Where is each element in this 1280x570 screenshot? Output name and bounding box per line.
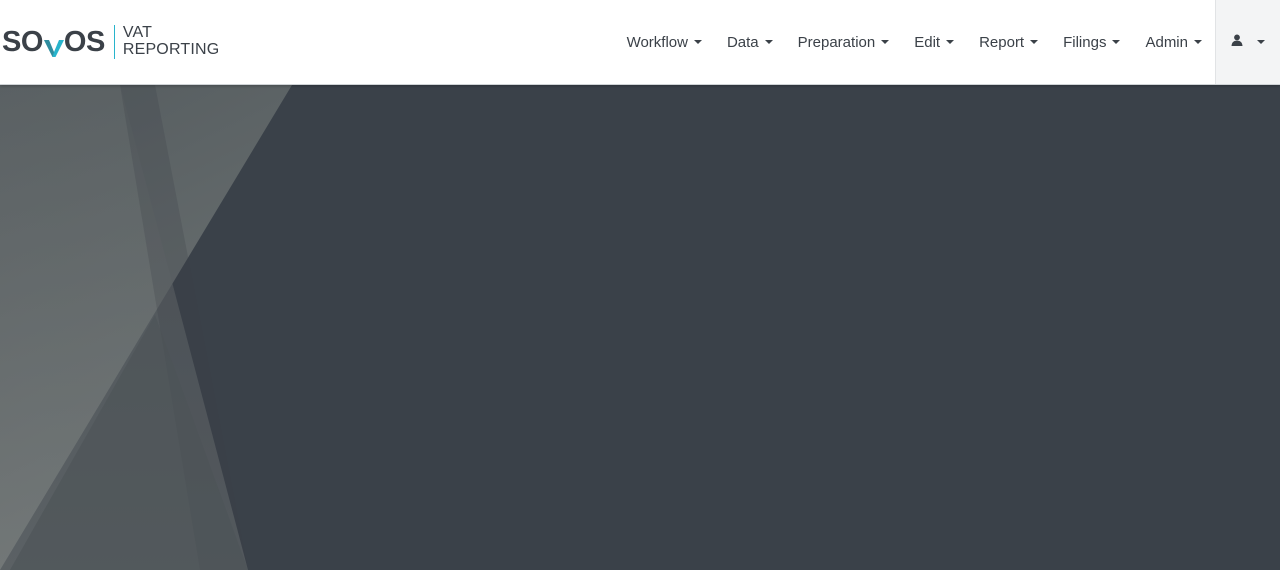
caret-down-icon bbox=[693, 40, 702, 44]
menu-edit[interactable]: Edit bbox=[901, 0, 966, 84]
hero-decorative-shapes bbox=[0, 85, 292, 570]
menu-report[interactable]: Report bbox=[966, 0, 1050, 84]
logo-v-icon bbox=[43, 33, 64, 57]
menu-workflow-label: Workflow bbox=[626, 33, 688, 51]
product-name-line2: REPORTING bbox=[122, 41, 220, 58]
menu-filings[interactable]: Filings bbox=[1050, 0, 1132, 84]
menu-preparation[interactable]: Preparation bbox=[785, 0, 902, 84]
caret-down-icon bbox=[946, 40, 955, 44]
top-navbar: SO OS VAT REPORTING Workflow Data Prepar… bbox=[0, 0, 1280, 85]
caret-down-icon bbox=[1194, 40, 1202, 44]
menu-admin-label: Admin bbox=[1145, 33, 1188, 51]
caret-down-icon bbox=[1257, 40, 1265, 44]
menu-filings-label: Filings bbox=[1063, 33, 1107, 51]
logo-text-left: SO bbox=[2, 25, 43, 58]
menu-admin[interactable]: Admin bbox=[1132, 0, 1214, 84]
menu-preparation-label: Preparation bbox=[797, 33, 876, 51]
caret-down-icon bbox=[1112, 40, 1121, 44]
product-name-line1: VAT bbox=[122, 24, 153, 41]
product-name: VAT REPORTING bbox=[123, 25, 220, 59]
caret-down-icon bbox=[881, 40, 890, 44]
brand-logo[interactable]: SO OS VAT REPORTING bbox=[2, 22, 219, 62]
menu-report-label: Report bbox=[979, 33, 1025, 51]
caret-down-icon bbox=[1030, 40, 1039, 44]
hero-background bbox=[0, 85, 1280, 570]
caret-down-icon bbox=[764, 40, 773, 44]
sovos-wordmark: SO OS bbox=[2, 22, 105, 62]
brand-divider bbox=[113, 25, 115, 59]
logo-text-right: OS bbox=[63, 25, 105, 58]
menu-data[interactable]: Data bbox=[714, 0, 785, 84]
user-menu-button[interactable] bbox=[1215, 0, 1280, 84]
menu-data-label: Data bbox=[726, 33, 759, 51]
main-menu: Workflow Data Preparation Edit Report Fi… bbox=[614, 0, 1214, 84]
menu-workflow[interactable]: Workflow bbox=[614, 0, 714, 84]
menu-edit-label: Edit bbox=[914, 33, 941, 51]
user-icon bbox=[1231, 33, 1243, 51]
